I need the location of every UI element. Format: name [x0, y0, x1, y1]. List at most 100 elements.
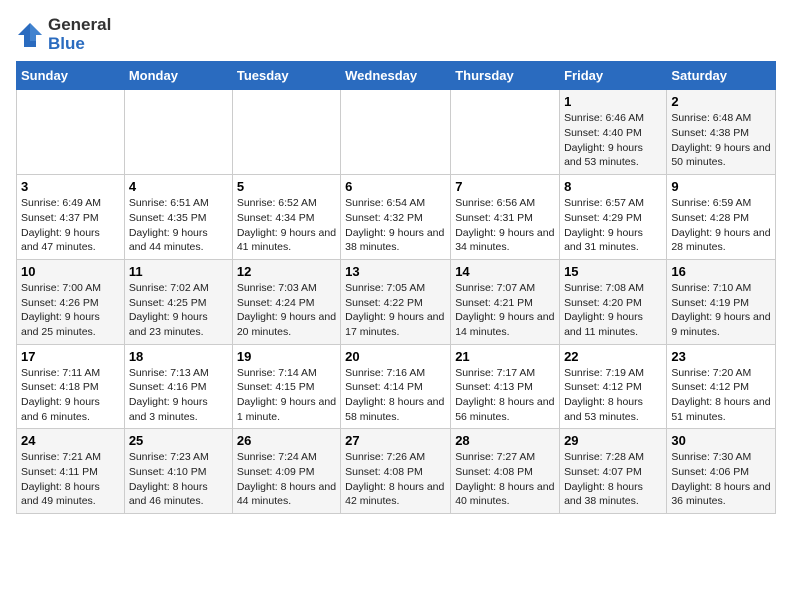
header-day-thursday: Thursday	[451, 62, 560, 90]
calendar-cell: 13Sunrise: 7:05 AM Sunset: 4:22 PM Dayli…	[341, 259, 451, 344]
day-info: Sunrise: 7:30 AM Sunset: 4:06 PM Dayligh…	[671, 450, 771, 509]
calendar-cell	[451, 90, 560, 175]
day-number: 21	[455, 349, 555, 364]
day-number: 5	[237, 179, 336, 194]
calendar-cell: 9 Sunrise: 6:59 AM Sunset: 4:28 PM Daylig…	[667, 175, 776, 260]
calendar-cell: 4 Sunrise: 6:51 AM Sunset: 4:35 PM Daylig…	[124, 175, 232, 260]
day-number: 1	[564, 94, 662, 109]
day-info: Sunrise: 7:07 AM Sunset: 4:21 PM Dayligh…	[455, 281, 555, 340]
day-info: Sunrise: 7:02 AM Sunset: 4:25 PM Dayligh…	[129, 281, 228, 340]
calendar-cell: 6 Sunrise: 6:54 AM Sunset: 4:32 PM Daylig…	[341, 175, 451, 260]
header-day-monday: Monday	[124, 62, 232, 90]
day-info: Sunrise: 7:10 AM Sunset: 4:19 PM Dayligh…	[671, 281, 771, 340]
calendar-cell: 27Sunrise: 7:26 AM Sunset: 4:08 PM Dayli…	[341, 429, 451, 514]
calendar-cell: 10 Sunrise: 7:00 AM Sunset: 4:26 PM Dayli…	[17, 259, 125, 344]
day-number: 20	[345, 349, 446, 364]
day-info: Sunrise: 6:54 AM Sunset: 4:32 PM Dayligh…	[345, 196, 446, 255]
day-info: Sunrise: 6:59 AM Sunset: 4:28 PM Dayligh…	[671, 196, 771, 255]
calendar-cell: 12 Sunrise: 7:03 AM Sunset: 4:24 PM Dayli…	[232, 259, 340, 344]
day-info: Sunrise: 7:11 AM Sunset: 4:18 PM Dayligh…	[21, 366, 120, 425]
calendar-cell: 7 Sunrise: 6:56 AM Sunset: 4:31 PM Daylig…	[451, 175, 560, 260]
day-number: 23	[671, 349, 771, 364]
calendar-cell: 22 Sunrise: 7:19 AM Sunset: 4:12 PM Dayli…	[560, 344, 667, 429]
day-number: 28	[455, 433, 555, 448]
day-number: 22	[564, 349, 662, 364]
calendar-cell: 3 Sunrise: 6:49 AM Sunset: 4:37 PM Daylig…	[17, 175, 125, 260]
day-info: Sunrise: 6:51 AM Sunset: 4:35 PM Dayligh…	[129, 196, 228, 255]
day-info: Sunrise: 6:49 AM Sunset: 4:37 PM Dayligh…	[21, 196, 120, 255]
day-info: Sunrise: 6:52 AM Sunset: 4:34 PM Dayligh…	[237, 196, 336, 255]
day-number: 6	[345, 179, 446, 194]
day-number: 9	[671, 179, 771, 194]
calendar-cell: 20 Sunrise: 7:16 AM Sunset: 4:14 PM Dayli…	[341, 344, 451, 429]
header-day-wednesday: Wednesday	[341, 62, 451, 90]
day-number: 24	[21, 433, 120, 448]
day-info: Sunrise: 7:19 AM Sunset: 4:12 PM Dayligh…	[564, 366, 662, 425]
day-info: Sunrise: 7:20 AM Sunset: 4:12 PM Dayligh…	[671, 366, 771, 425]
day-info: Sunrise: 7:16 AM Sunset: 4:14 PM Dayligh…	[345, 366, 446, 425]
calendar-week-row: 10 Sunrise: 7:00 AM Sunset: 4:26 PM Dayli…	[17, 259, 776, 344]
logo-general: General	[48, 15, 111, 34]
calendar-cell: 2Sunrise: 6:48 AM Sunset: 4:38 PM Daylig…	[667, 90, 776, 175]
day-number: 7	[455, 179, 555, 194]
calendar-cell: 5 Sunrise: 6:52 AM Sunset: 4:34 PM Daylig…	[232, 175, 340, 260]
calendar-cell	[17, 90, 125, 175]
calendar-cell: 28 Sunrise: 7:27 AM Sunset: 4:08 PM Dayli…	[451, 429, 560, 514]
day-info: Sunrise: 7:05 AM Sunset: 4:22 PM Dayligh…	[345, 281, 446, 340]
day-info: Sunrise: 7:21 AM Sunset: 4:11 PM Dayligh…	[21, 450, 120, 509]
day-number: 29	[564, 433, 662, 448]
day-info: Sunrise: 6:48 AM Sunset: 4:38 PM Dayligh…	[671, 111, 771, 170]
logo-icon	[16, 21, 44, 49]
calendar-week-row: 1 Sunrise: 6:46 AM Sunset: 4:40 PM Daylig…	[17, 90, 776, 175]
day-info: Sunrise: 7:23 AM Sunset: 4:10 PM Dayligh…	[129, 450, 228, 509]
calendar-cell: 16Sunrise: 7:10 AM Sunset: 4:19 PM Dayli…	[667, 259, 776, 344]
calendar-cell: 15Sunrise: 7:08 AM Sunset: 4:20 PM Dayli…	[560, 259, 667, 344]
day-number: 26	[237, 433, 336, 448]
day-number: 11	[129, 264, 228, 279]
day-number: 10	[21, 264, 120, 279]
calendar-week-row: 17 Sunrise: 7:11 AM Sunset: 4:18 PM Dayli…	[17, 344, 776, 429]
calendar-cell: 19Sunrise: 7:14 AM Sunset: 4:15 PM Dayli…	[232, 344, 340, 429]
day-number: 17	[21, 349, 120, 364]
day-info: Sunrise: 6:46 AM Sunset: 4:40 PM Dayligh…	[564, 111, 662, 170]
header-day-saturday: Saturday	[667, 62, 776, 90]
header-day-sunday: Sunday	[17, 62, 125, 90]
logo: General Blue	[16, 16, 111, 53]
calendar-cell: 29 Sunrise: 7:28 AM Sunset: 4:07 PM Dayli…	[560, 429, 667, 514]
day-info: Sunrise: 7:28 AM Sunset: 4:07 PM Dayligh…	[564, 450, 662, 509]
day-number: 30	[671, 433, 771, 448]
header-day-tuesday: Tuesday	[232, 62, 340, 90]
day-info: Sunrise: 7:00 AM Sunset: 4:26 PM Dayligh…	[21, 281, 120, 340]
day-info: Sunrise: 7:03 AM Sunset: 4:24 PM Dayligh…	[237, 281, 336, 340]
day-number: 12	[237, 264, 336, 279]
header: General Blue	[16, 16, 776, 53]
day-info: Sunrise: 6:56 AM Sunset: 4:31 PM Dayligh…	[455, 196, 555, 255]
calendar-cell: 17 Sunrise: 7:11 AM Sunset: 4:18 PM Dayli…	[17, 344, 125, 429]
day-number: 3	[21, 179, 120, 194]
header-day-friday: Friday	[560, 62, 667, 90]
calendar-cell: 8 Sunrise: 6:57 AM Sunset: 4:29 PM Daylig…	[560, 175, 667, 260]
calendar-cell: 1 Sunrise: 6:46 AM Sunset: 4:40 PM Daylig…	[560, 90, 667, 175]
calendar-cell: 25 Sunrise: 7:23 AM Sunset: 4:10 PM Dayli…	[124, 429, 232, 514]
day-number: 14	[455, 264, 555, 279]
day-info: Sunrise: 6:57 AM Sunset: 4:29 PM Dayligh…	[564, 196, 662, 255]
logo-blue: Blue	[48, 34, 85, 53]
day-number: 4	[129, 179, 228, 194]
day-number: 25	[129, 433, 228, 448]
day-info: Sunrise: 7:27 AM Sunset: 4:08 PM Dayligh…	[455, 450, 555, 509]
day-info: Sunrise: 7:24 AM Sunset: 4:09 PM Dayligh…	[237, 450, 336, 509]
calendar-cell: 14 Sunrise: 7:07 AM Sunset: 4:21 PM Dayli…	[451, 259, 560, 344]
calendar-cell: 30 Sunrise: 7:30 AM Sunset: 4:06 PM Dayli…	[667, 429, 776, 514]
calendar-cell: 24 Sunrise: 7:21 AM Sunset: 4:11 PM Dayli…	[17, 429, 125, 514]
calendar-week-row: 24 Sunrise: 7:21 AM Sunset: 4:11 PM Dayli…	[17, 429, 776, 514]
day-info: Sunrise: 7:08 AM Sunset: 4:20 PM Dayligh…	[564, 281, 662, 340]
day-number: 18	[129, 349, 228, 364]
calendar-cell: 26 Sunrise: 7:24 AM Sunset: 4:09 PM Dayli…	[232, 429, 340, 514]
calendar-header-row: SundayMondayTuesdayWednesdayThursdayFrid…	[17, 62, 776, 90]
calendar-week-row: 3 Sunrise: 6:49 AM Sunset: 4:37 PM Daylig…	[17, 175, 776, 260]
day-number: 19	[237, 349, 336, 364]
logo-text: General Blue	[48, 16, 111, 53]
day-number: 8	[564, 179, 662, 194]
day-number: 27	[345, 433, 446, 448]
calendar-cell	[341, 90, 451, 175]
